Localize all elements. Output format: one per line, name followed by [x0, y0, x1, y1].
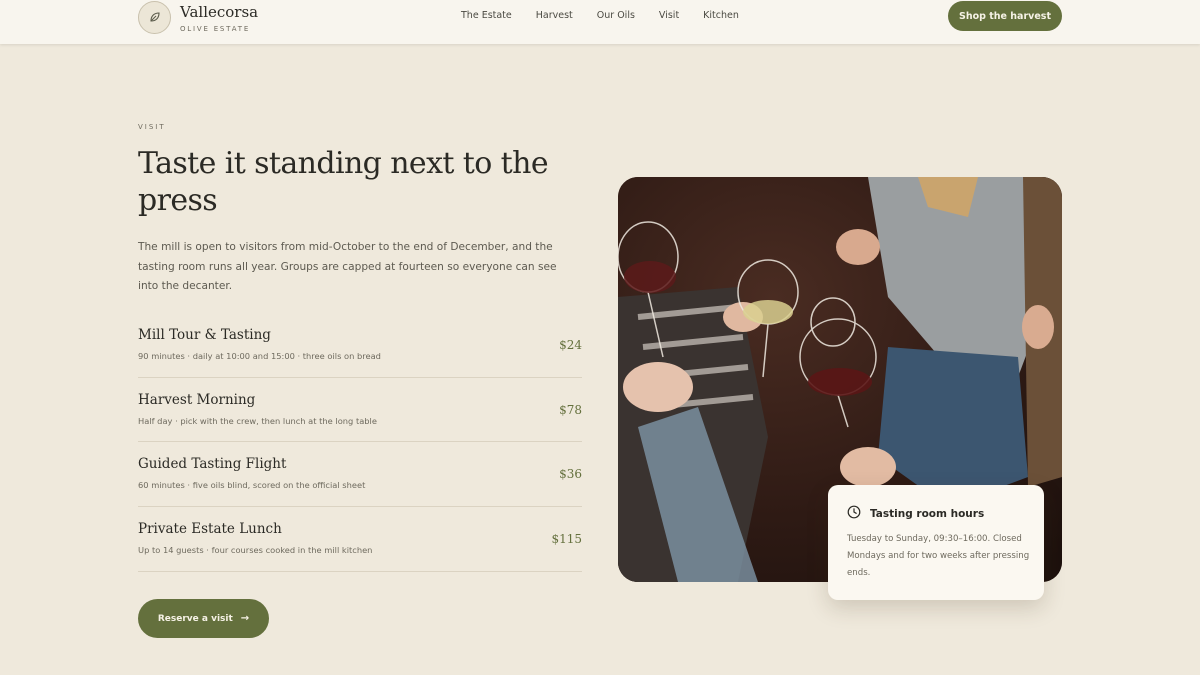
card-body: Tuesday to Sunday, 09:30–16:00. Closed M…: [847, 534, 1030, 578]
nav-item-visit[interactable]: Visit: [659, 10, 679, 22]
clock-icon: [847, 504, 861, 523]
list-item[interactable]: Guided Tasting Flight 60 minutes · five …: [138, 442, 582, 508]
list-item[interactable]: Private Estate Lunch Up to 14 guests · f…: [138, 507, 582, 572]
nav-item-kitchen[interactable]: Kitchen: [703, 10, 739, 22]
card-title: Tasting room hours: [870, 507, 985, 520]
tour-name: Private Estate Lunch: [138, 521, 282, 538]
tour-description: Half day · pick with the crew, then lunc…: [138, 415, 377, 426]
list-item[interactable]: Harvest Morning Half day · pick with the…: [138, 378, 582, 443]
tour-description: 60 minutes · five oils blind, scored on …: [138, 480, 366, 491]
brand[interactable]: Vallecorsa OLIVE ESTATE: [138, 0, 258, 34]
list-item[interactable]: Mill Tour & Tasting 90 minutes · daily a…: [138, 313, 582, 378]
tour-price: $24: [559, 338, 582, 352]
shop-the-harvest-button[interactable]: Shop the harvest: [948, 1, 1062, 31]
tour-name: Harvest Morning: [138, 391, 256, 408]
tasting-hours-card: Tasting room hours Tuesday to Sunday, 09…: [828, 485, 1044, 600]
main-nav: The Estate Harvest Our Oils Visit Kitche…: [461, 10, 763, 22]
tour-price: $115: [551, 532, 582, 547]
tour-name: Guided Tasting Flight: [138, 456, 287, 473]
intro-paragraph: The mill is open to visitors from mid-Oc…: [138, 241, 557, 292]
tour-price: $78: [559, 402, 582, 417]
leaf-icon: [138, 0, 171, 34]
page-title: Taste it standing next to the press: [138, 146, 549, 218]
site-header: Vallecorsa OLIVE ESTATE The Estate Harve…: [0, 0, 1200, 44]
nav-item-harvest[interactable]: Harvest: [536, 10, 573, 22]
tour-name: Mill Tour & Tasting: [138, 327, 271, 343]
reserve-visit-button[interactable]: Reserve a visit →: [138, 599, 269, 638]
reserve-visit-label: Reserve a visit: [157, 613, 233, 624]
tour-list: Mill Tour & Tasting 90 minutes · daily a…: [138, 313, 582, 572]
arrow-right-icon: →: [240, 613, 250, 624]
tour-price: $36: [559, 467, 582, 482]
nav-item-the-estate[interactable]: The Estate: [461, 10, 512, 22]
brand-tagline: OLIVE ESTATE: [180, 24, 251, 33]
nav-item-our-oils[interactable]: Our Oils: [597, 10, 635, 22]
section-eyebrow: VISIT: [138, 123, 166, 131]
tour-description: Up to 14 guests · four courses cooked in…: [138, 545, 373, 556]
brand-name: Vallecorsa: [180, 2, 259, 21]
tour-description: 90 minutes · daily at 10:00 and 15:00 · …: [138, 351, 381, 361]
